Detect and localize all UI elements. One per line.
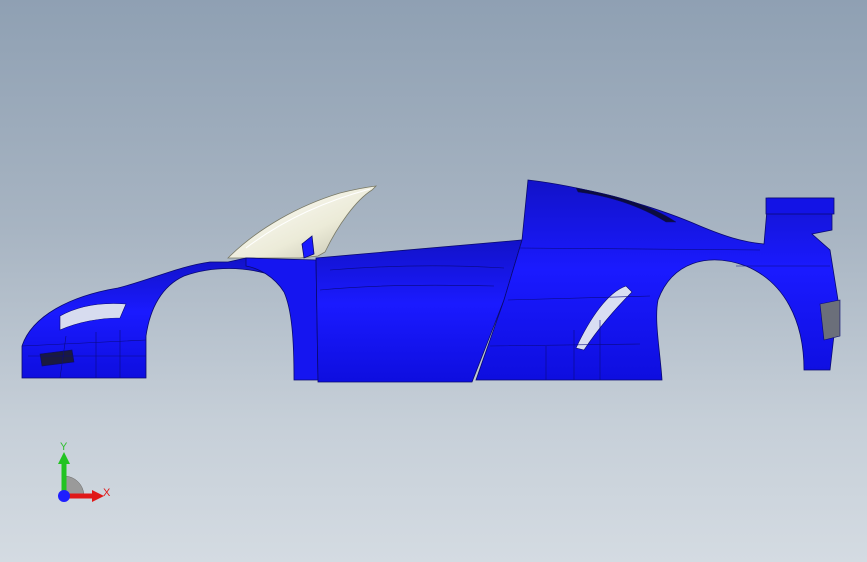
front-wheel-arch-rear — [245, 257, 319, 381]
z-axis-dot — [58, 490, 70, 502]
car-body-model[interactable] — [0, 0, 867, 562]
x-axis-label: X — [103, 487, 111, 499]
y-axis-arrow — [58, 452, 70, 464]
axis-triad: Y X — [50, 440, 120, 510]
canopy-glass — [227, 185, 378, 259]
graphics-viewport[interactable]: Y X — [0, 0, 867, 562]
rear-spoiler — [765, 197, 835, 215]
y-axis-label: Y — [60, 441, 68, 453]
